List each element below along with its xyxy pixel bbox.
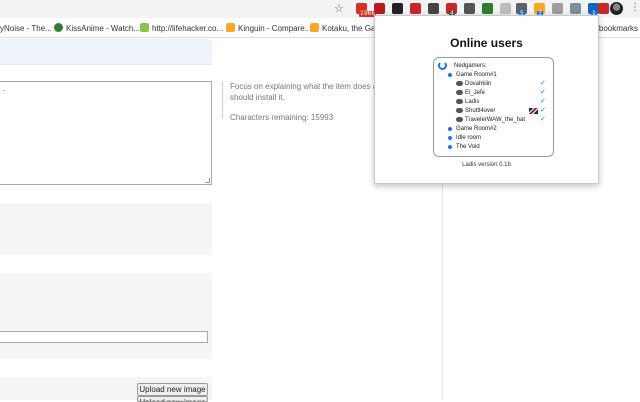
user-icon <box>456 90 463 95</box>
circle-icon[interactable] <box>500 3 511 14</box>
kotaku-icon <box>310 23 319 32</box>
version-label: Ladis version 0.1b <box>462 162 511 168</box>
user-row[interactable]: Dovahkiin ✓ <box>434 80 554 88</box>
form-section-1 <box>0 203 212 255</box>
user-list-box: Nedgamers: Game Room#1 Dovahkiin ✓ El_Je… <box>433 57 554 157</box>
description-textarea[interactable]: . <box>0 81 212 185</box>
kissanime-icon <box>54 23 63 32</box>
bookmark-lifehacker-label: http://lifehacker.co... <box>152 24 224 33</box>
user-row[interactable]: TravelerWAW_the_hat ✓ <box>434 116 554 124</box>
room-dot-icon <box>448 73 452 77</box>
bookmark-star-icon[interactable]: ☆ <box>334 3 344 15</box>
bookmark-ynoise-label: yNoise - The... <box>0 24 52 33</box>
check-icon: ✓ <box>540 116 546 123</box>
user-icon <box>456 108 463 113</box>
headset-icon <box>438 61 447 70</box>
refresh-icon[interactable] <box>482 3 493 14</box>
user-name: TravelerWAW_the_hat <box>465 117 526 123</box>
user-name: Ladis <box>465 99 480 105</box>
room-label: Idle room <box>456 135 482 141</box>
puzzle-icon[interactable] <box>464 3 475 14</box>
check-icon: ✓ <box>540 80 546 87</box>
characters-remaining: Characters remaining: 15993 <box>230 113 334 122</box>
other-bookmarks[interactable]: r bookmarks <box>594 23 638 34</box>
room-row-3[interactable]: Idle room <box>434 134 554 142</box>
room-row-4[interactable]: The Void <box>434 143 554 151</box>
user-name: Shuttl4over <box>465 108 496 114</box>
online-users-popup: Online users Nedgamers: Game Room#1 Dova… <box>374 15 599 184</box>
header-strip <box>0 39 212 65</box>
help-column: Focus on explaining what the item does a… <box>222 81 392 122</box>
moon-icon[interactable] <box>428 3 439 14</box>
server-name: Nedgamers: <box>454 63 487 69</box>
check-icon: ✓ <box>540 107 546 114</box>
room-label: Game Room#1 <box>456 72 497 78</box>
gray-icon[interactable] <box>552 3 563 14</box>
room-dot-icon <box>448 136 452 140</box>
help-text: Focus on explaining what the item does a… <box>230 82 387 102</box>
crown-icon <box>226 23 235 32</box>
room-row-2[interactable]: Game Room#2 <box>434 125 554 133</box>
feather-icon[interactable] <box>570 3 581 14</box>
textarea-value: . <box>3 84 6 93</box>
flag-icon <box>529 108 538 114</box>
user-name: El_Jefe <box>465 90 486 96</box>
bookmark-lifehacker[interactable]: http://lifehacker.co... <box>140 23 223 34</box>
lads-icon[interactable] <box>598 3 609 14</box>
user-icon <box>456 81 463 86</box>
bookmark-ynoise[interactable]: yNoise - The... <box>0 23 52 34</box>
lifehacker-icon <box>140 23 149 32</box>
user-row[interactable]: Ladis ✓ <box>434 98 554 106</box>
form-section-2 <box>0 273 212 359</box>
address-bar[interactable] <box>0 1 352 17</box>
bookmark-kinguin-label: Kinguin - Compare... <box>238 24 312 33</box>
user-row[interactable]: El_Jefe ✓ <box>434 89 554 97</box>
user-icon <box>456 99 463 104</box>
room-dot-icon <box>448 127 452 131</box>
bookmark-kissanime-label: KissAnime - Watch... <box>66 24 140 33</box>
upload-image-button[interactable]: Upload new image <box>137 383 208 396</box>
user-icon <box>456 117 463 122</box>
lastpass-icon[interactable] <box>410 3 421 14</box>
room-row-1[interactable]: Game Room#1 <box>434 71 554 79</box>
bookmark-kinguin[interactable]: Kinguin - Compare... <box>226 23 311 34</box>
bookmark-kissanime[interactable]: KissAnime - Watch... <box>54 23 140 34</box>
stack-icon[interactable] <box>392 3 403 14</box>
shield-icon[interactable] <box>374 3 385 14</box>
file-path-input[interactable] <box>0 331 208 343</box>
profile-avatar[interactable] <box>610 2 623 15</box>
browser-menu-icon[interactable]: ⋮ <box>630 2 640 14</box>
upload-image-button-2[interactable]: Upload new image <box>137 396 208 402</box>
user-row[interactable]: Shuttl4over ✓ <box>434 107 554 115</box>
user-name: Dovahkiin <box>465 81 492 87</box>
room-label: The Void <box>456 144 480 150</box>
room-dot-icon <box>448 145 452 149</box>
check-icon: ✓ <box>540 89 546 96</box>
resize-handle[interactable] <box>205 178 210 183</box>
check-icon: ✓ <box>540 98 546 105</box>
room-label: Game Room#2 <box>456 126 497 132</box>
other-bookmarks-label: r bookmarks <box>594 24 639 33</box>
popup-title: Online users <box>450 36 523 50</box>
